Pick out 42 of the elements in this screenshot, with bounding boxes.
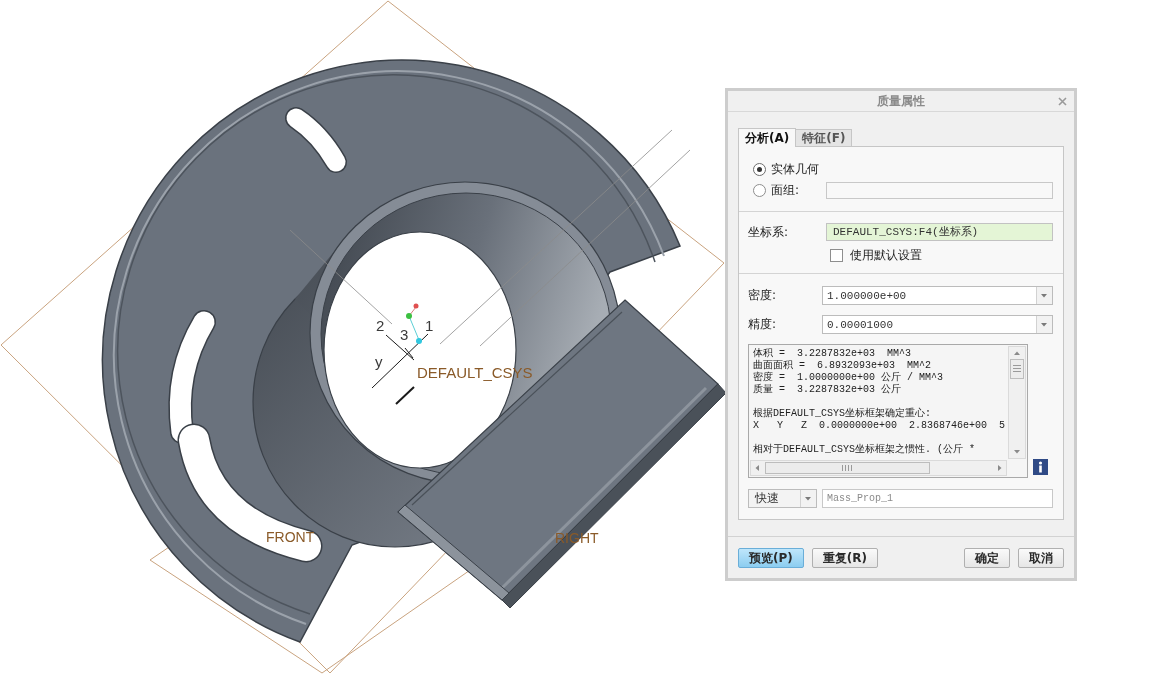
field-label: 坐标系: bbox=[748, 223, 790, 241]
radio-button[interactable] bbox=[753, 184, 766, 197]
mode-dropdown[interactable]: 快速 bbox=[748, 489, 817, 508]
axis-label: 1 bbox=[425, 317, 434, 334]
info-icon[interactable] bbox=[1033, 459, 1048, 475]
radio-button[interactable] bbox=[753, 163, 766, 176]
caret-icon[interactable] bbox=[1036, 316, 1052, 333]
dialog-button[interactable]: 确定 bbox=[964, 548, 1010, 568]
scrollbar-thumb[interactable] bbox=[765, 462, 930, 474]
vertical-scrollbar[interactable] bbox=[1008, 346, 1026, 459]
axis-label: 2 bbox=[376, 317, 385, 334]
dialog-button[interactable]: 取消 bbox=[1018, 548, 1064, 568]
result-line: 体积 = 3.2287832e+03 MM^3 bbox=[753, 348, 912, 359]
dialog-button[interactable]: 预览(P) bbox=[738, 548, 804, 568]
axis-triad-icon bbox=[406, 303, 422, 344]
scrollbar-thumb[interactable] bbox=[1010, 359, 1024, 379]
close-icon[interactable] bbox=[1058, 96, 1067, 106]
dialog-title: 质量属性 bbox=[877, 92, 925, 110]
tab[interactable]: 分析(A) bbox=[738, 128, 797, 147]
tab[interactable]: 特征(F) bbox=[795, 129, 853, 146]
radio-label: 面组: bbox=[771, 182, 800, 199]
horizontal-scrollbar[interactable] bbox=[750, 460, 1007, 476]
coordinate-system-field[interactable]: DEFAULT_CSYS:F4(坐标系) bbox=[826, 223, 1053, 241]
checkbox-label: 使用默认设置 bbox=[850, 246, 922, 264]
axis-label: y bbox=[375, 353, 383, 370]
input-field[interactable] bbox=[826, 182, 1053, 199]
density-dropdown[interactable]: 1.000000e+00 bbox=[822, 286, 1053, 305]
field-label: 密度: bbox=[748, 287, 778, 304]
datum-plane-label: FRONT bbox=[266, 529, 315, 545]
result-line: X Y Z 0.0000000e+00 2.8368746e+00 5 bbox=[753, 420, 1006, 432]
axis-label: 3 bbox=[400, 326, 409, 343]
result-line: 根据DEFAULT_CSYS坐标框架确定重心: bbox=[753, 408, 931, 420]
precision-dropdown[interactable]: 0.00001000 bbox=[822, 315, 1053, 334]
checkbox[interactable] bbox=[830, 248, 843, 262]
result-line: 质量 = 3.2287832e+03 公斤 bbox=[753, 384, 902, 396]
caret-icon[interactable] bbox=[1036, 287, 1052, 304]
field-label: 精度: bbox=[748, 316, 778, 333]
result-line: 密度 = 1.0000000e+00 公斤 / MM^3 bbox=[753, 372, 944, 384]
result-line: 曲面面积 = 6.8932093e+03 MM^2 bbox=[753, 360, 932, 371]
dialog-button[interactable]: 重复(R) bbox=[811, 548, 878, 568]
result-line: 相对于DEFAULT_CSYS坐标框架之惯性. (公斤 * bbox=[753, 444, 976, 456]
radio-label: 实体几何 bbox=[771, 161, 819, 178]
